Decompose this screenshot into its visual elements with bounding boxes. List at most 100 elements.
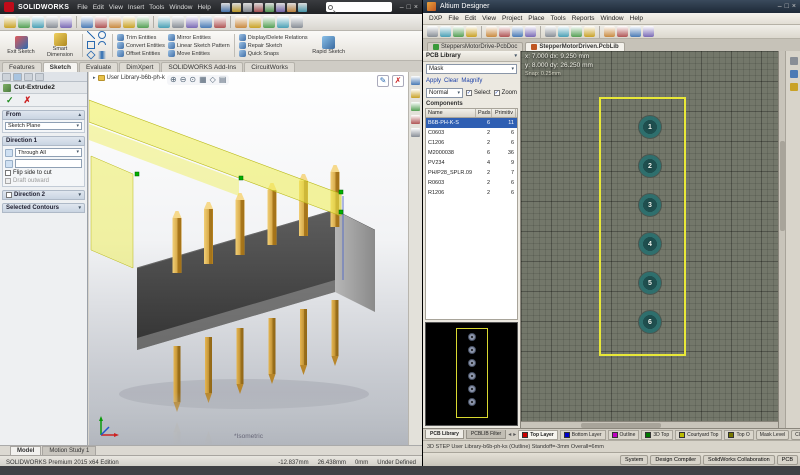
menu-place[interactable]: Place — [528, 15, 544, 22]
tab-evaluate[interactable]: Evaluate — [79, 62, 118, 72]
display-delete-relations-button[interactable]: Display/Delete Relations — [239, 34, 308, 41]
panel-strip-icon[interactable] — [790, 70, 798, 78]
menu-dxp[interactable]: DXP — [429, 15, 442, 22]
rectangle-tool-icon[interactable] — [87, 41, 95, 49]
model-tab-model[interactable]: Model — [10, 446, 41, 455]
task-pane-icon[interactable] — [411, 89, 420, 98]
layer-tab-3d-top[interactable]: 3D Top — [641, 430, 673, 440]
spline-tool-icon[interactable] — [98, 51, 106, 59]
toolbar-icon[interactable] — [584, 26, 595, 37]
sketch-pencil-icon[interactable]: ✎ — [377, 75, 389, 87]
menu-tools[interactable]: Tools — [149, 4, 164, 11]
sw-graphics-area[interactable]: ▸ User Library-b6b-ph-k ⊕⊖⊙▦◇▤ ✎ ✗ *Isom… — [89, 72, 408, 445]
toolbar-icon[interactable] — [263, 16, 275, 28]
system-button-system[interactable]: System — [620, 455, 648, 465]
chevron-down-icon[interactable]: ▾ — [78, 193, 81, 198]
configurationmanager-tab-icon[interactable] — [24, 73, 33, 81]
toolbar-icon[interactable] — [95, 16, 107, 28]
doc-tab-pcbdoc[interactable]: SteppersMotorDrive-PcbDoc — [427, 42, 523, 51]
system-button-solidworks-collaboration[interactable]: SolidWorks Collaboration — [703, 455, 775, 465]
toolbar-icon[interactable] — [558, 26, 569, 37]
model-tab-motion-study-1[interactable]: Motion Study 1 — [42, 446, 96, 455]
toolbar-icon[interactable] — [545, 26, 556, 37]
zoom-area-icon[interactable]: ⊖ — [180, 76, 187, 84]
toolbar-icon[interactable] — [18, 16, 30, 28]
tab-sketch[interactable]: Sketch — [43, 62, 78, 72]
toolbar-icon[interactable] — [186, 16, 198, 28]
collapse-icon[interactable]: ▴ — [78, 113, 81, 118]
move-entities-button[interactable]: Move Entities — [168, 50, 230, 57]
layer-tab-top-o[interactable]: Top O — [724, 430, 753, 440]
chevron-down-icon[interactable]: ▾ — [78, 206, 81, 211]
toolbar-icon[interactable] — [291, 16, 303, 28]
toolbar-icon[interactable] — [440, 26, 451, 37]
polygon-tool-icon[interactable] — [86, 50, 95, 59]
tab-dimxpert[interactable]: DimXpert — [119, 62, 160, 72]
offset-entities-button[interactable]: Offset Entities — [117, 50, 165, 57]
menu-edit[interactable]: Edit — [465, 15, 476, 22]
toolbar-icon[interactable] — [4, 16, 16, 28]
direction2-checkbox[interactable] — [6, 192, 12, 198]
toolbar-icon[interactable] — [617, 26, 628, 37]
menu-window[interactable]: Window — [169, 4, 192, 11]
menu-tools[interactable]: Tools — [551, 15, 566, 22]
component-row-r0603[interactable]: R060326 — [426, 178, 517, 188]
convert-entities-button[interactable]: Convert Entities — [117, 42, 165, 49]
toolbar-icon[interactable] — [571, 26, 582, 37]
draft-outward-checkbox[interactable]: Draft outward — [5, 178, 82, 184]
component-row-m2000038[interactable]: M2000038636 — [426, 148, 517, 158]
menu-file[interactable]: File — [448, 15, 458, 22]
toolbar-icon[interactable] — [512, 26, 523, 37]
layer-tab-top-layer[interactable]: Top Layer — [518, 430, 558, 440]
vertical-scrollbar[interactable] — [778, 51, 785, 428]
toolbar-icon[interactable] — [32, 16, 44, 28]
panel-strip-icon[interactable] — [790, 57, 798, 65]
tab-features[interactable]: Features — [2, 62, 42, 72]
repair-sketch-button[interactable]: Repair Sketch — [239, 42, 308, 49]
menu-reports[interactable]: Reports — [572, 15, 595, 22]
layer-tab-courtyard-top[interactable]: Courtyard Top — [675, 430, 722, 440]
task-pane-icon[interactable] — [411, 102, 420, 111]
maximize-icon[interactable]: □ — [785, 3, 789, 10]
pad-1[interactable]: 1 — [638, 115, 662, 139]
panel-tab-pcb-library[interactable]: PCB Library — [425, 430, 464, 439]
smart-dimension-button[interactable]: Smart Dimension — [42, 32, 78, 59]
collapse-icon[interactable]: ▴ — [78, 139, 81, 144]
from-combo[interactable]: Sketch Plane▾ — [5, 122, 82, 130]
mask-combo[interactable]: Mask▾ — [426, 64, 517, 74]
component-row-r1206[interactable]: R120626 — [426, 188, 517, 198]
tab-circuitworks[interactable]: CircuitWorks — [244, 62, 295, 72]
close-icon[interactable]: × — [414, 4, 418, 11]
component-row-b6b-ph-k-s[interactable]: B6B-PH-K-S611 — [426, 118, 517, 128]
minimize-icon[interactable]: – — [400, 4, 404, 11]
cancel-icon[interactable]: ✗ — [24, 96, 32, 105]
mirror-entities-button[interactable]: Mirror Entities — [168, 34, 230, 41]
toolbar-icon[interactable] — [466, 26, 477, 37]
toolbar-icon[interactable] — [123, 16, 135, 28]
toolbar-icon[interactable] — [235, 16, 247, 28]
dimxpertmanager-tab-icon[interactable] — [35, 73, 44, 81]
direction-reference-input[interactable] — [15, 159, 82, 168]
component-row-c0603[interactable]: C060326 — [426, 128, 517, 138]
component-row-ph-p28-splr-09[interactable]: PH/P28_SPLR.0927 — [426, 168, 517, 178]
toolbar-icon[interactable] — [137, 16, 149, 28]
tab-solidworks-add-ins[interactable]: SOLIDWORKS Add-Ins — [161, 62, 243, 72]
circle-tool-icon[interactable] — [98, 31, 106, 39]
menu-project[interactable]: Project — [502, 15, 522, 22]
scroll-left-icon[interactable]: ◂ — [508, 432, 511, 438]
quick-snaps-button[interactable]: Quick Snaps — [239, 50, 308, 57]
toolbar-icon[interactable] — [109, 16, 121, 28]
clear-button[interactable]: Clear — [444, 78, 458, 84]
pcb-editor-canvas[interactable]: x: 7.000 dx: 9.250 mm y: 8.000 dy: 26.25… — [521, 51, 785, 428]
apply-button[interactable]: Apply — [426, 78, 441, 84]
toolbar-icon[interactable] — [486, 26, 497, 37]
pad-2[interactable]: 2 — [638, 154, 662, 178]
task-pane-icon[interactable] — [411, 128, 420, 137]
menu-insert[interactable]: Insert — [128, 4, 144, 11]
end-condition-combo[interactable]: Through All▾ — [15, 148, 82, 157]
view-settings-icon[interactable]: ▤ — [219, 76, 227, 84]
toolbar-icon[interactable] — [254, 3, 263, 12]
linear-sketch-pattern-button[interactable]: Linear Sketch Pattern — [168, 42, 230, 49]
doc-tab-pcblib[interactable]: StepperMotorDriven.PcbLib — [525, 42, 624, 51]
menu-help[interactable]: Help — [197, 4, 210, 11]
